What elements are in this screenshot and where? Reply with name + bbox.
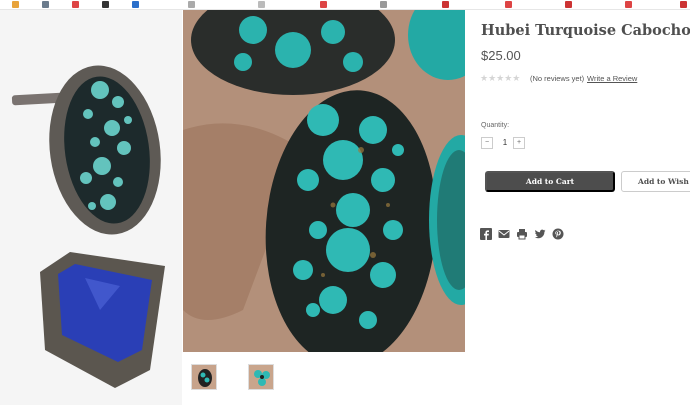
add-to-cart-button[interactable]: Add to Cart [485, 171, 615, 192]
quantity-value[interactable]: 1 [500, 138, 510, 147]
rating-stars: ★★★★★ [480, 73, 521, 83]
tab-favicon[interactable] [625, 1, 632, 8]
review-count: (No reviews yet) [530, 74, 585, 83]
tab-favicon[interactable] [680, 1, 687, 8]
tab-favicon[interactable] [132, 1, 139, 8]
earring-photo [0, 10, 182, 405]
tab-favicon[interactable] [505, 1, 512, 8]
share-bar [480, 228, 564, 240]
quantity-decrement-button[interactable]: − [481, 137, 493, 149]
tab-favicon[interactable] [72, 1, 79, 8]
thumbnail-1[interactable] [191, 364, 217, 390]
tab-favicon[interactable] [565, 1, 572, 8]
tab-favicon[interactable] [320, 1, 327, 8]
quantity-increment-button[interactable]: + [513, 137, 525, 149]
tab-favicon[interactable] [102, 1, 109, 8]
tab-favicon[interactable] [258, 1, 265, 8]
pinterest-icon[interactable] [552, 228, 564, 240]
tab-favicon[interactable] [188, 1, 195, 8]
facebook-icon[interactable] [480, 228, 492, 240]
product-title: Hubei Turquoise Cabochons [481, 22, 690, 39]
email-icon[interactable] [498, 228, 510, 240]
twitter-icon[interactable] [534, 228, 546, 240]
browser-tab-strip [0, 0, 690, 10]
product-price: $25.00 [481, 48, 521, 63]
tab-favicon[interactable] [42, 1, 49, 8]
tab-favicon[interactable] [12, 1, 19, 8]
quantity-label: Quantity: [481, 122, 510, 129]
write-review-link[interactable]: Write a Review [587, 74, 637, 83]
print-icon[interactable] [516, 228, 528, 240]
main-product-image[interactable] [183, 10, 465, 352]
thumbnail-2[interactable] [248, 364, 274, 390]
add-to-wishlist-button[interactable]: Add to Wish List [621, 171, 690, 192]
tab-favicon[interactable] [442, 1, 449, 8]
tab-favicon[interactable] [380, 1, 387, 8]
